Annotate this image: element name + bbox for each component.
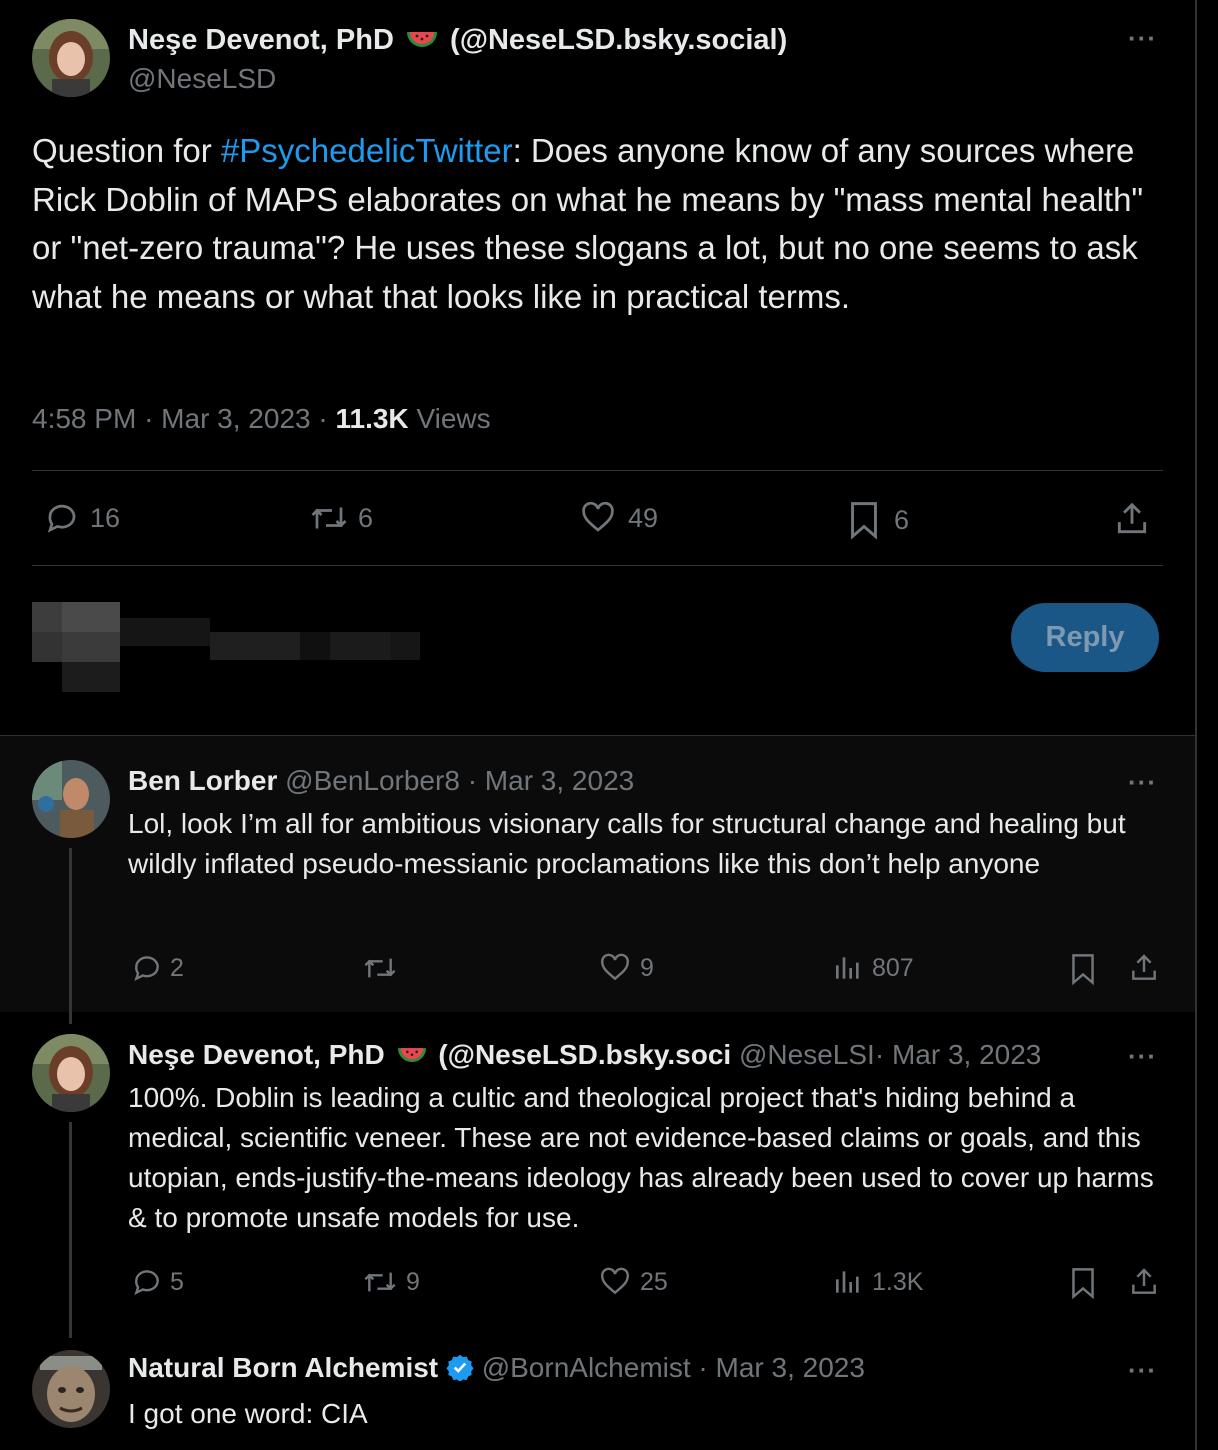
avatar[interactable] [32,760,110,838]
watermelon-emoji-icon [397,1041,427,1075]
tweet-time[interactable]: 4:58 PM [32,403,136,434]
reply-author-name[interactable]: Ben Lorber [128,765,277,796]
reply-icon [130,952,164,984]
avatar[interactable] [32,1350,110,1428]
retweet-action[interactable]: 9 [360,1266,420,1298]
reply-date[interactable]: Mar 3, 2023 [716,1352,865,1383]
reply-tweet[interactable]: Neşe Devenot, PhD (@NeseLSD.bsky.soci @N… [0,1012,1195,1338]
avatar[interactable] [32,1034,110,1112]
tweet-date[interactable]: Mar 3, 2023 [161,403,310,434]
reply-action[interactable]: 16 [42,500,120,536]
bookmark-count: 6 [894,504,910,535]
thread-line [69,848,72,1012]
bookmark-action[interactable] [1068,1266,1098,1300]
share-action[interactable] [1113,500,1151,538]
more-icon[interactable]: ··· [1128,769,1157,795]
retweet-icon [360,1266,400,1298]
reply-count: 16 [90,502,121,533]
reply-action[interactable]: 2 [130,952,184,984]
views-count: 807 [872,953,914,982]
reply-action[interactable]: 5 [130,1266,184,1298]
verified-badge-icon [446,1353,474,1389]
reply-author-handle[interactable]: @BenLorber8 [285,765,460,796]
tweet-text: Question for #PsychedelicTwitter: Does a… [32,132,1153,315]
like-count: 9 [640,953,654,982]
watermelon-emoji-icon [406,25,438,61]
share-action[interactable] [1128,1266,1160,1298]
divider [32,565,1163,566]
like-action[interactable]: 49 [578,500,658,536]
thread-line [69,1012,72,1024]
views-count: 11.3K [335,403,409,434]
retweet-icon [306,500,352,536]
author-name[interactable]: Neşe Devenot, PhD [128,24,394,56]
avatar[interactable] [32,19,110,97]
views-icon [832,952,864,984]
bookmark-action[interactable] [1068,952,1098,986]
reply-author-line: Natural Born Alchemist @BornAlchemist · … [128,1351,865,1389]
more-icon[interactable]: ··· [1128,1043,1157,1069]
share-action[interactable] [1128,952,1160,984]
share-icon [1128,952,1160,984]
bookmark-icon [1068,952,1098,986]
hashtag-link[interactable]: #PsychedelicTwitter [221,132,513,169]
tweet-meta: 4:58 PM · Mar 3, 2023 · 11.3K Views [32,403,491,434]
reply-icon [42,500,82,536]
retweet-count: 6 [358,502,374,533]
author-suffix: (@NeseLSD.bsky.social) [450,24,788,56]
reply-tweet[interactable]: Ben Lorber @BenLorber8 · Mar 3, 2023 ···… [0,736,1195,1012]
bookmark-icon [846,500,882,540]
share-icon [1128,1266,1160,1298]
author-name-line[interactable]: Neşe Devenot, PhD (@NeseLSD.bsky.social) [128,22,787,61]
like-icon [578,500,618,536]
reply-text: I got one word: CIA [128,1398,368,1429]
like-action[interactable]: 9 [598,952,654,984]
like-icon [598,1266,632,1298]
like-count: 25 [640,1267,668,1296]
retweet-count: 9 [406,1267,420,1296]
more-icon[interactable]: ··· [1128,25,1157,51]
column-border [1195,0,1197,1450]
like-count: 49 [628,502,659,533]
more-icon[interactable]: ··· [1128,1357,1157,1383]
reply-author-line: Neşe Devenot, PhD (@NeseLSD.bsky.soci @N… [128,1038,1128,1075]
bookmark-icon [1068,1266,1098,1300]
reply-author-handle[interactable]: @NeseLSI [739,1039,875,1070]
reply-count: 5 [170,1267,184,1296]
reply-date[interactable]: Mar 3, 2023 [485,765,634,796]
reply-date[interactable]: Mar 3, 2023 [892,1039,1041,1070]
like-action[interactable]: 25 [598,1266,668,1298]
retweet-action[interactable]: 6 [306,500,373,536]
retweet-icon [360,952,400,984]
bookmark-action[interactable]: 6 [846,500,909,540]
reply-author-name[interactable]: Natural Born Alchemist [128,1352,438,1383]
main-tweet: Neşe Devenot, PhD (@NeseLSD.bsky.social)… [0,0,1195,735]
share-icon [1113,500,1151,538]
divider [32,470,1163,471]
views-action[interactable]: 1.3K [832,1266,923,1298]
reply-text: 100%. Doblin is leading a cultic and the… [128,1082,1162,1233]
views-action[interactable]: 807 [832,952,914,984]
reply-text: Lol, look I’m all for ambitious visionar… [128,808,1134,879]
reply-author-line: Ben Lorber @BenLorber8 · Mar 3, 2023 [128,765,635,796]
author-handle[interactable]: @NeseLSD [128,62,276,96]
views-count: 1.3K [872,1267,924,1296]
thread-line [69,1122,72,1338]
retweet-action[interactable] [360,952,406,984]
reply-button[interactable]: Reply [1011,603,1159,672]
like-icon [598,952,632,984]
views-icon [832,1266,864,1298]
reply-author-name[interactable]: Neşe Devenot, PhD [128,1039,385,1070]
reply-icon [130,1266,164,1298]
reply-count: 2 [170,953,184,982]
reply-tweet[interactable]: Natural Born Alchemist @BornAlchemist · … [0,1338,1195,1450]
views-label: Views [416,403,491,434]
reply-author-handle[interactable]: @BornAlchemist [482,1352,691,1383]
reply-author-suffix: (@NeseLSD.bsky.soci [438,1039,732,1070]
